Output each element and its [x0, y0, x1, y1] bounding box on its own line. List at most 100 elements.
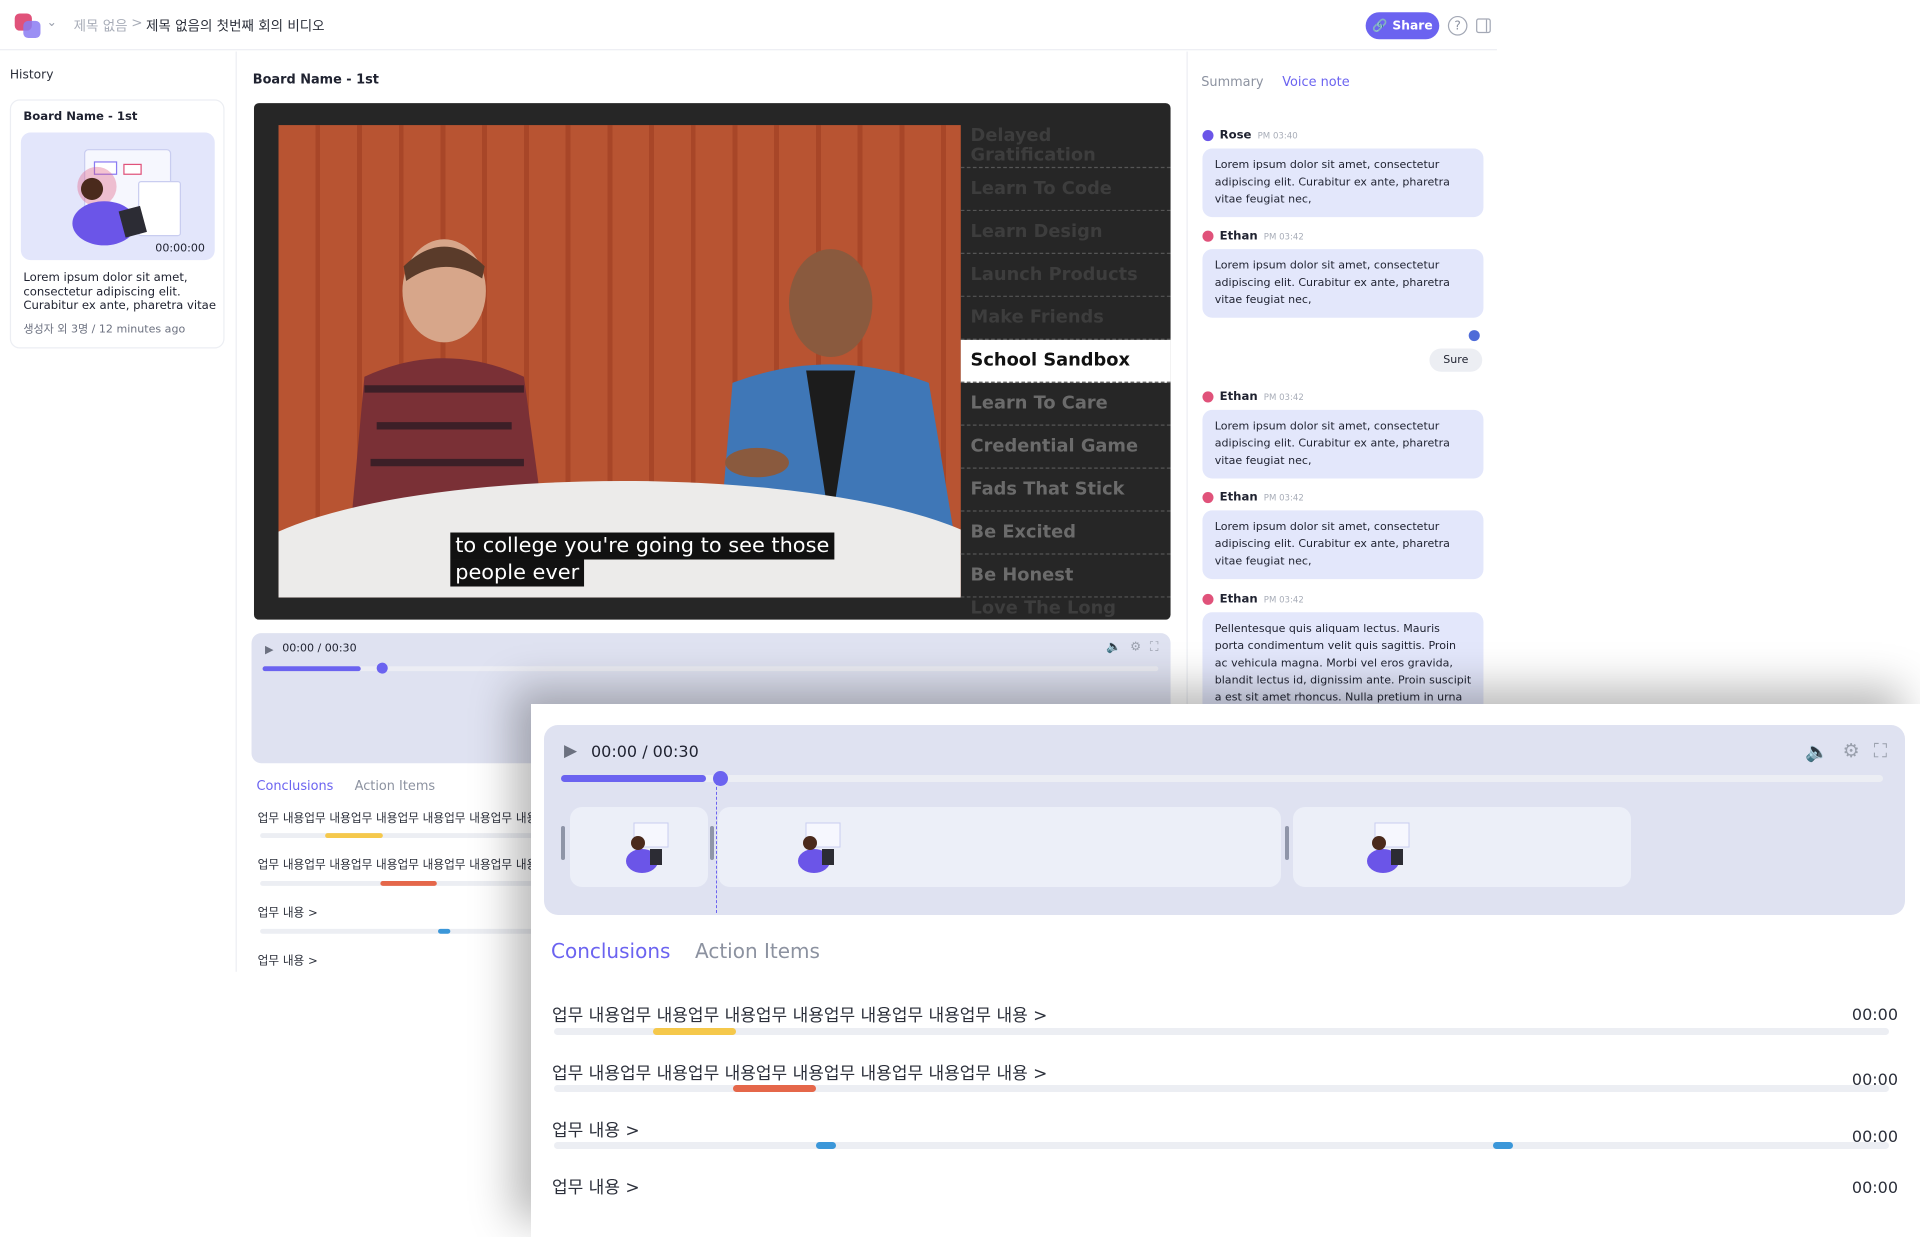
- conclusion-marker[interactable]: [1492, 1142, 1513, 1149]
- message-time: PM 03:42: [1263, 392, 1304, 402]
- clip-handle[interactable]: [561, 826, 565, 860]
- chat-message: Rose PM 03:40 Lorem ipsum dolor sit amet,…: [1202, 129, 1484, 218]
- conclusion-row[interactable]: 업무 내용 >: [258, 903, 318, 920]
- chapter-list: Delayed Gratification Learn To Code Lear…: [960, 125, 1171, 620]
- history-card[interactable]: Board Name - 1st 00:00:00 Lorem ipsum do…: [9, 99, 225, 349]
- conclusion-track: [554, 1085, 1889, 1092]
- share-label: Share: [1392, 19, 1433, 33]
- avatar: [1468, 330, 1480, 342]
- sidebar-toggle-icon[interactable]: [1476, 18, 1491, 34]
- timeline-clip[interactable]: [570, 807, 708, 887]
- history-meta: 생성자 외 3명 / 12 minutes ago: [23, 323, 186, 337]
- chapter-item[interactable]: Delayed Gratification: [960, 125, 1171, 169]
- fullscreen-icon[interactable]: ⛶: [1150, 640, 1159, 653]
- message-bubble: Lorem ipsum dolor sit amet, consectetur …: [1202, 249, 1484, 318]
- link-icon: 🔗: [1372, 19, 1388, 33]
- play-icon[interactable]: ▶: [265, 644, 273, 656]
- tab-action-items[interactable]: Action Items: [695, 939, 820, 963]
- chapter-item[interactable]: Be Honest: [960, 555, 1171, 598]
- conclusion-row[interactable]: 업무 내용 >: [258, 951, 318, 968]
- settings-icon[interactable]: ⚙: [1130, 640, 1141, 653]
- caption-line-2: people ever: [450, 559, 585, 587]
- clip-thumbnail-image: [1367, 822, 1410, 873]
- message-bubble: Lorem ipsum dolor sit amet, consectetur …: [1202, 409, 1484, 479]
- chevron-down-icon[interactable]: ⌄: [47, 16, 57, 29]
- history-title: History: [9, 68, 54, 83]
- conclusion-row[interactable]: 업무 내용업무 내용업무 내용업무 내용업무 내용업무 내용업무 내용 >: [552, 1001, 1047, 1026]
- tab-action-items[interactable]: Action Items: [355, 779, 436, 794]
- volume-icon[interactable]: 🔈: [1106, 640, 1121, 653]
- playhead-line: [716, 782, 717, 913]
- chapter-item[interactable]: Be Excited: [960, 512, 1171, 555]
- conclusion-track: [260, 880, 543, 886]
- illustration-image: [72, 149, 181, 246]
- volume-icon[interactable]: 🔈: [1805, 740, 1829, 763]
- reply-bubble: Sure: [1429, 348, 1483, 372]
- clip-thumbnail-image: [798, 822, 841, 873]
- logo-icon[interactable]: [14, 13, 42, 39]
- message-time: PM 03:42: [1263, 492, 1304, 503]
- top-bar: ⌄ 제목 없음 > 제목 없음의 첫번째 회의 비디오 🔗 Share ?: [0, 0, 1497, 51]
- chat-message: Ethan PM 03:42 Lorem ipsum dolor sit amet…: [1202, 390, 1484, 479]
- zoomed-timeline-panel: ▶ 00:00 / 00:30 🔈 ⚙ ⛶ Conclusions Action…: [531, 704, 1920, 1237]
- avatar: [1202, 593, 1214, 605]
- chapter-item-active[interactable]: School Sandbox: [960, 339, 1171, 383]
- chat-message: Ethan PM 03:42 Lorem ipsum dolor sit amet…: [1202, 229, 1484, 318]
- conclusion-track: [260, 928, 543, 934]
- person-left-image: [352, 239, 543, 512]
- chapter-item[interactable]: Love The Long Game: [961, 598, 1171, 620]
- breadcrumb-root[interactable]: 제목 없음: [74, 16, 128, 36]
- player-progress-track[interactable]: [561, 771, 1883, 786]
- video-player[interactable]: to college you're going to see those peo…: [253, 103, 1171, 620]
- timeline-clip[interactable]: [718, 807, 1281, 887]
- message-author: Ethan: [1219, 592, 1258, 607]
- voice-note-panel: Summary Voice note Rose PM 03:40 Lorem ip…: [1186, 51, 1497, 733]
- conclusion-time: 00:00: [1851, 1005, 1898, 1024]
- message-time: PM 03:40: [1257, 130, 1298, 141]
- tab-conclusions[interactable]: Conclusions: [551, 939, 670, 963]
- chapter-item[interactable]: Learn To Care: [960, 383, 1171, 426]
- timeline-clip[interactable]: [1293, 807, 1631, 887]
- avatar: [1202, 130, 1214, 142]
- zoomed-player-controls: ▶ 00:00 / 00:30 🔈 ⚙ ⛶: [544, 725, 1905, 915]
- chapter-item[interactable]: Launch Products: [960, 254, 1171, 297]
- message-time: PM 03:42: [1263, 594, 1304, 605]
- player-progress-fill: [262, 666, 362, 672]
- avatar: [1202, 230, 1214, 242]
- fullscreen-icon[interactable]: ⛶: [1874, 740, 1887, 763]
- settings-icon[interactable]: ⚙: [1843, 740, 1860, 763]
- conclusion-marker[interactable]: [815, 1142, 836, 1149]
- message-author: Ethan: [1219, 229, 1258, 243]
- avatar: [1202, 391, 1214, 403]
- video-frame: [278, 125, 961, 598]
- chapter-item[interactable]: Credential Game: [960, 426, 1171, 469]
- conclusion-row[interactable]: 업무 내용 >: [552, 1173, 640, 1198]
- player-progress-track[interactable]: [262, 662, 1159, 674]
- conclusion-row[interactable]: 업무 내용업무 내용업무 내용업무 내용업무 내용업무 내용업무 내용 >: [552, 1059, 1047, 1084]
- clip-handle[interactable]: [1285, 826, 1289, 860]
- tab-conclusions[interactable]: Conclusions: [256, 779, 333, 794]
- history-thumbnail: 00:00:00: [20, 132, 215, 261]
- conclusion-marker[interactable]: [652, 1028, 736, 1035]
- chapter-item[interactable]: Make Friends: [960, 297, 1171, 340]
- share-button[interactable]: 🔗 Share: [1365, 12, 1440, 40]
- conclusion-track: [554, 1142, 1889, 1149]
- conclusion-row[interactable]: 업무 내용 >: [552, 1116, 640, 1141]
- help-icon[interactable]: ?: [1447, 15, 1468, 36]
- clip-handle[interactable]: [710, 826, 714, 860]
- player-progress-knob[interactable]: [376, 662, 388, 674]
- chapter-item[interactable]: Learn To Code: [960, 168, 1171, 212]
- chapter-item[interactable]: Learn Design: [960, 211, 1171, 254]
- chat-message: Ethan PM 03:42 Lorem ipsum dolor sit amet…: [1202, 490, 1484, 580]
- history-sidebar: History Board Name - 1st 00:00:00 Lorem …: [0, 51, 237, 972]
- play-icon[interactable]: ▶: [564, 741, 577, 761]
- conclusion-marker[interactable]: [732, 1085, 816, 1092]
- tab-voice-note[interactable]: Voice note: [1282, 75, 1349, 90]
- chapter-item[interactable]: Fads That Stick: [960, 469, 1171, 512]
- message-author: Ethan: [1219, 490, 1258, 505]
- breadcrumb-current: 제목 없음의 첫번째 회의 비디오: [146, 18, 325, 35]
- tab-summary[interactable]: Summary: [1201, 75, 1263, 90]
- player-time: 00:00 / 00:30: [282, 642, 357, 656]
- history-duration: 00:00:00: [155, 242, 205, 256]
- clip-thumbnail-image: [626, 822, 669, 873]
